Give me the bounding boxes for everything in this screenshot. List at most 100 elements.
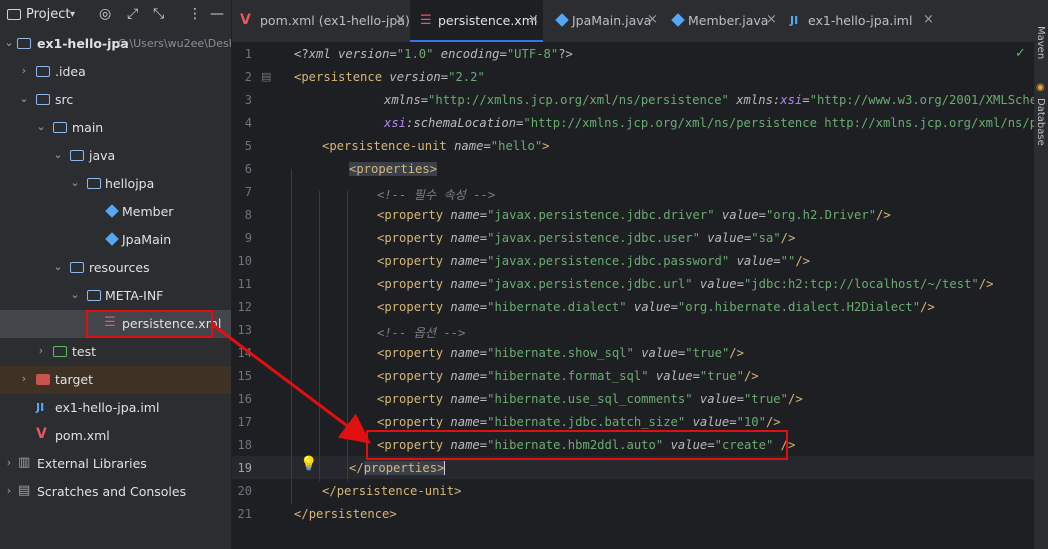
close-icon[interactable]: × — [395, 12, 406, 27]
project-view-selector[interactable]: Project — [26, 7, 70, 22]
tree-item-label: hellojpa — [105, 176, 155, 191]
line-number: 20 — [237, 484, 252, 498]
code-line: <property name="javax.persistence.jdbc.u… — [377, 277, 994, 291]
indent-guide — [291, 169, 292, 504]
folder-icon — [53, 120, 69, 134]
tab-label: pom.xml (ex1-hello-jpa) — [260, 13, 410, 28]
chevron-down-icon[interactable]: ⌄ — [70, 288, 80, 301]
line-number: 13 — [237, 323, 252, 337]
code-line: <persistence version="2.2" — [294, 70, 485, 84]
line-number: 3 — [244, 93, 252, 107]
tree-item-main[interactable]: ⌄ main — [0, 114, 231, 142]
code-line: <property name="hibernate.format_sql" va… — [377, 369, 759, 383]
lightbulb-icon[interactable]: 💡 — [300, 456, 317, 472]
code-line: <properties> — [349, 162, 438, 176]
library-icon: ▥ — [18, 455, 31, 470]
tab-label: Member.java — [688, 13, 769, 28]
select-opened-file-icon[interactable]: ◎ — [99, 6, 111, 22]
code-line: </properties> — [349, 461, 446, 475]
maven-icon: V — [240, 12, 251, 28]
project-panel: Project ▾ ◎ ⤢ ⤡ ⋮ — ⌄ ex1-hello-jpa C:\U… — [0, 0, 231, 549]
line-number: 14 — [237, 346, 252, 360]
chevron-right-icon[interactable]: › — [4, 456, 14, 469]
tab-member-java[interactable]: Member.java × — [664, 0, 779, 42]
test-folder-icon — [53, 344, 69, 358]
code-editor[interactable]: 1 2 3 4 5 6 7 8 9 10 11 12 13 14 15 16 1… — [232, 43, 1034, 549]
tree-item-label: ex1-hello-jpa — [37, 36, 129, 51]
folder-icon — [87, 288, 103, 302]
close-icon[interactable]: × — [528, 12, 539, 27]
editor-tabs: V pom.xml (ex1-hello-jpa) × ☰ persistenc… — [232, 0, 1048, 43]
java-class-icon — [104, 232, 120, 246]
tree-item-resources[interactable]: ⌄ resources — [0, 254, 231, 282]
folder-icon — [36, 64, 52, 78]
options-menu-icon[interactable]: ⋮ — [188, 6, 202, 22]
expand-all-icon[interactable]: ⤢ — [127, 6, 138, 22]
chevron-right-icon[interactable]: › — [36, 344, 46, 357]
no-problems-check-icon: ✓ — [1015, 46, 1026, 61]
chevron-down-icon[interactable]: ▾ — [70, 9, 75, 20]
chevron-down-icon[interactable]: ⌄ — [36, 120, 46, 133]
line-number: 15 — [237, 369, 252, 383]
code-line: <persistence-unit name="hello"> — [322, 139, 550, 153]
tree-item-meta-inf[interactable]: ⌄ META-INF — [0, 282, 231, 310]
tree-item-label: pom.xml — [55, 428, 110, 443]
line-number: 1 — [244, 47, 252, 61]
tree-item-src[interactable]: ⌄ src — [0, 86, 231, 114]
code-line: <property name="hibernate.jdbc.batch_siz… — [377, 415, 781, 429]
tree-item-iml[interactable]: JI ex1-hello-jpa.iml — [0, 394, 231, 422]
tree-item-project-root[interactable]: ⌄ ex1-hello-jpa C:\Users\wu2ee\Deskt — [0, 30, 231, 58]
chevron-right-icon[interactable]: › — [19, 64, 29, 77]
tab-jpamain-java[interactable]: JpaMain.java × — [546, 0, 659, 42]
module-folder-icon — [17, 36, 33, 50]
line-number: 7 — [244, 185, 252, 199]
tree-item-idea[interactable]: › .idea — [0, 58, 231, 86]
project-panel-header: Project ▾ ◎ ⤢ ⤡ ⋮ — — [0, 0, 231, 30]
line-number: 16 — [237, 392, 252, 406]
tab-persistence-xml[interactable]: ☰ persistence.xml × — [410, 0, 543, 42]
tree-item-java[interactable]: ⌄ java — [0, 142, 231, 170]
tree-item-pom[interactable]: V pom.xml — [0, 422, 231, 450]
tab-label: JpaMain.java — [572, 13, 652, 28]
tree-item-scratches[interactable]: › ▤ Scratches and Consoles — [0, 478, 231, 506]
tree-item-external-libraries[interactable]: › ▥ External Libraries — [0, 450, 231, 478]
tree-item-label: Scratches and Consoles — [37, 484, 187, 499]
close-icon[interactable]: × — [766, 12, 777, 27]
chevron-right-icon[interactable]: › — [19, 372, 29, 385]
tree-item-test[interactable]: › test — [0, 338, 231, 366]
database-icon[interactable]: ◉ — [1036, 82, 1045, 93]
tree-item-hellojpa[interactable]: ⌄ hellojpa — [0, 170, 231, 198]
chevron-down-icon[interactable]: ⌄ — [53, 260, 63, 273]
collapse-all-icon[interactable]: ⤡ — [153, 6, 164, 22]
line-number: 21 — [237, 507, 252, 521]
close-icon[interactable]: × — [923, 12, 934, 27]
java-class-icon — [670, 12, 685, 27]
chevron-down-icon[interactable]: ⌄ — [53, 148, 63, 161]
chevron-down-icon[interactable]: ⌄ — [70, 176, 80, 189]
tree-item-label: External Libraries — [37, 456, 147, 471]
java-class-icon — [104, 204, 120, 218]
tree-item-label: target — [55, 372, 94, 387]
tree-item-label: resources — [89, 260, 150, 275]
tree-item-label: test — [72, 344, 97, 359]
code-line: <property name="hibernate.use_sql_commen… — [377, 392, 803, 406]
chevron-right-icon[interactable]: › — [4, 484, 14, 497]
tree-item-jpamain[interactable]: JpaMain — [0, 226, 231, 254]
chevron-down-icon[interactable]: ⌄ — [19, 92, 29, 105]
gutter-structure-icon[interactable]: ▤ — [261, 70, 271, 83]
java-class-icon — [554, 12, 569, 27]
tree-item-target[interactable]: › target — [0, 366, 231, 394]
line-number: 11 — [237, 277, 252, 291]
close-icon[interactable]: × — [647, 12, 658, 27]
code-line: <property name="hibernate.show_sql" valu… — [377, 346, 744, 360]
tree-item-member[interactable]: Member — [0, 198, 231, 226]
hide-panel-icon[interactable]: — — [210, 6, 224, 22]
database-tool-window-button[interactable]: Database — [1035, 98, 1046, 146]
tree-item-label: META-INF — [105, 288, 164, 303]
tab-iml[interactable]: JI ex1-hello-jpa.iml × — [784, 0, 934, 42]
maven-tool-window-button[interactable]: Maven — [1035, 26, 1046, 59]
tree-item-label: .idea — [55, 64, 86, 79]
chevron-down-icon[interactable]: ⌄ — [4, 36, 14, 49]
tab-pom-xml[interactable]: V pom.xml (ex1-hello-jpa) × — [232, 0, 410, 42]
code-line: xmlns="http://xmlns.jcp.org/xml/ns/persi… — [384, 93, 1034, 107]
